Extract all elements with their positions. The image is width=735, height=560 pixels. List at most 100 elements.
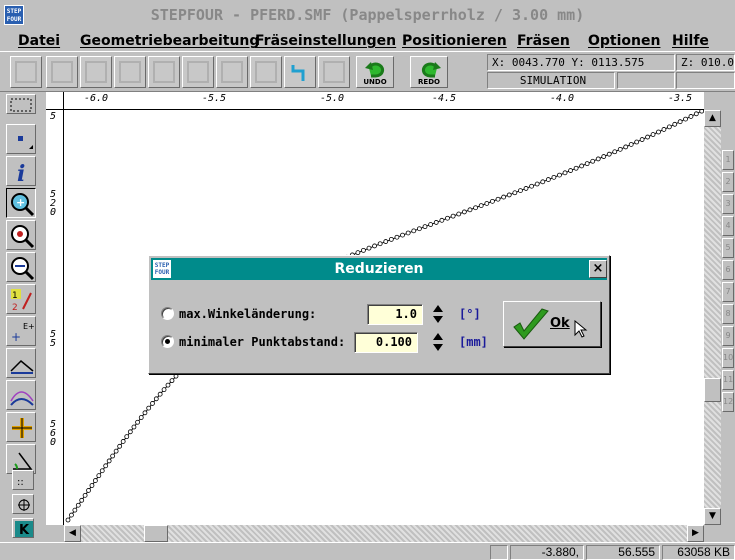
zoom-in-tool[interactable]: [6, 220, 36, 250]
layer-button-10[interactable]: 10: [722, 348, 734, 368]
contour-point: [82, 492, 88, 498]
menu-fraesen[interactable]: Fräsen: [517, 31, 570, 51]
snap-tool[interactable]: [12, 494, 34, 514]
grid-tool[interactable]: ::: [12, 470, 34, 490]
svg-text:K: K: [19, 523, 30, 537]
scale-button[interactable]: [148, 56, 180, 88]
redo-button[interactable]: REDO: [410, 56, 448, 88]
horizontal-scrollbar[interactable]: ◀ ▶: [64, 525, 704, 542]
layer-button-8[interactable]: 8: [722, 304, 734, 324]
menu-geometriebearbeitung[interactable]: Geometriebearbeitung: [80, 31, 259, 51]
scroll-track[interactable]: [704, 127, 721, 508]
path-button[interactable]: [284, 56, 316, 88]
scroll-up-button[interactable]: ▲: [704, 110, 721, 127]
ruler-horizontal: -6.0 -5.5 -5.0 -4.5 -4.0 -3.5: [64, 92, 704, 110]
status-field-2: [676, 72, 735, 89]
contour-point: [377, 241, 383, 247]
contour-point: [135, 419, 140, 425]
menu-datei[interactable]: Datei: [18, 31, 60, 51]
select-all-icon: [15, 61, 37, 83]
layer-button[interactable]: [318, 56, 350, 88]
menu-optionen[interactable]: Optionen: [588, 31, 660, 51]
max-angle-spinner-icon[interactable]: [432, 304, 444, 324]
status-indicator: [490, 545, 508, 560]
layer-button-5[interactable]: 5: [722, 238, 734, 258]
contour-point: [518, 188, 523, 194]
select-all-button[interactable]: [10, 56, 42, 88]
insert-point-tool[interactable]: + E+: [6, 316, 36, 346]
contour-point: [150, 401, 155, 406]
rotate-alt-button[interactable]: [216, 56, 248, 88]
dialog-close-button[interactable]: ×: [589, 260, 607, 278]
scroll-right-button[interactable]: ▶: [687, 525, 704, 542]
contour-point: [450, 213, 456, 219]
min-distance-spinner-icon[interactable]: [432, 332, 444, 352]
min-distance-input[interactable]: 0.100: [354, 332, 418, 353]
ruler-label: -4.0: [550, 93, 575, 104]
dialog-title-bar: STEP FOUR Reduzieren ×: [151, 258, 607, 280]
ruler-label: 5 5: [49, 329, 57, 349]
layer-button-4[interactable]: 4: [722, 216, 734, 236]
point-tool[interactable]: [6, 124, 36, 154]
contour-point: [612, 149, 618, 155]
layer-button-3[interactable]: 3: [722, 194, 734, 214]
layer-button-9[interactable]: 9: [722, 326, 734, 346]
layer-button-1[interactable]: 1: [722, 150, 734, 170]
undo-label: UNDO: [363, 78, 387, 86]
menu-hilfe[interactable]: Hilfe: [672, 31, 709, 51]
contour-point: [79, 497, 85, 503]
curve-tool[interactable]: [6, 380, 36, 410]
rotate-button[interactable]: [182, 56, 214, 88]
layer-button-6[interactable]: 6: [722, 260, 734, 280]
svg-text:E+: E+: [23, 322, 35, 331]
contour-point: [416, 226, 422, 232]
stretch-button[interactable]: [80, 56, 112, 88]
ok-button[interactable]: Ok: [503, 301, 601, 347]
contour-point: [495, 196, 501, 202]
contour-point: [388, 236, 394, 242]
undo-icon: [365, 62, 385, 78]
max-angle-input[interactable]: 1.0: [367, 304, 423, 325]
contour-point: [693, 111, 699, 117]
k-tool[interactable]: K: [12, 518, 34, 538]
contour-point: [617, 146, 623, 152]
max-angle-radio[interactable]: [161, 307, 174, 320]
scroll-thumb[interactable]: [144, 525, 168, 542]
contour-point: [590, 158, 596, 164]
layer-button-2[interactable]: 2: [722, 172, 734, 192]
menu-positionieren[interactable]: Positionieren: [402, 31, 507, 51]
scale-icon: [153, 61, 175, 83]
order-tool[interactable]: 12: [6, 284, 36, 314]
info-icon: i: [17, 161, 25, 185]
contour-point: [127, 429, 133, 435]
contour-point: [584, 161, 590, 167]
scroll-track[interactable]: [81, 525, 687, 542]
info-tool[interactable]: i: [6, 156, 36, 186]
undo-button[interactable]: UNDO: [356, 56, 394, 88]
move-button[interactable]: [46, 56, 78, 88]
zoom-out-tool[interactable]: [6, 252, 36, 282]
contour-point: [501, 194, 507, 200]
layer-button-12[interactable]: 12: [722, 392, 734, 412]
min-distance-radio[interactable]: [161, 335, 174, 348]
select-frame-tool[interactable]: [6, 94, 36, 114]
zoom-tool[interactable]: +: [6, 188, 36, 218]
contour-point: [153, 396, 159, 402]
align-button[interactable]: [250, 56, 282, 88]
scroll-thumb[interactable]: [704, 378, 721, 402]
mirror-button[interactable]: [114, 56, 146, 88]
layer-button-11[interactable]: 11: [722, 370, 734, 390]
ruler-vertical: 5 5 2 0 5 5 5 6 0: [46, 110, 64, 525]
edit-line-icon: [10, 359, 34, 374]
contour-point: [422, 224, 428, 230]
contour-point: [138, 415, 144, 420]
layer-button-7[interactable]: 7: [722, 282, 734, 302]
contour-point: [117, 443, 123, 449]
scroll-down-button[interactable]: ▼: [704, 508, 721, 525]
align-icon: [255, 61, 277, 83]
menu-fraeseinstellungen[interactable]: Fräseinstellungen: [255, 31, 396, 51]
vertical-scrollbar[interactable]: ▲ ▼: [704, 110, 721, 525]
edit-line-tool[interactable]: [6, 348, 36, 378]
scroll-left-button[interactable]: ◀: [64, 525, 81, 542]
crosshair-tool[interactable]: [6, 412, 36, 442]
